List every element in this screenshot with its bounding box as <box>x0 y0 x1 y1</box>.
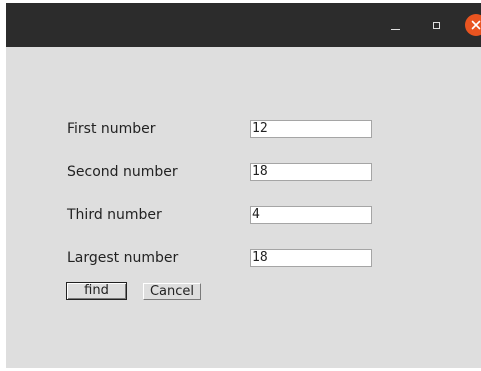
largest-number-label: Largest number <box>67 250 179 266</box>
minimize-button[interactable] <box>384 14 406 36</box>
close-button[interactable] <box>465 14 481 36</box>
second-number-input[interactable]: 18 <box>250 163 372 181</box>
app-window: First number 12 Second number 18 Third n… <box>6 3 481 368</box>
find-button[interactable]: find <box>66 282 127 300</box>
minimize-icon <box>390 28 400 30</box>
third-number-label: Third number <box>67 207 162 223</box>
third-number-input[interactable]: 4 <box>250 206 372 224</box>
title-bar <box>6 3 481 47</box>
first-number-label: First number <box>67 121 156 137</box>
first-number-input[interactable]: 12 <box>250 120 372 138</box>
largest-number-output[interactable]: 18 <box>250 249 372 267</box>
close-icon <box>471 20 481 30</box>
form-panel: First number 12 Second number 18 Third n… <box>6 47 481 368</box>
maximize-button[interactable] <box>425 14 447 36</box>
second-number-label: Second number <box>67 164 178 180</box>
maximize-icon <box>432 21 440 29</box>
cancel-button[interactable]: Cancel <box>143 283 201 300</box>
